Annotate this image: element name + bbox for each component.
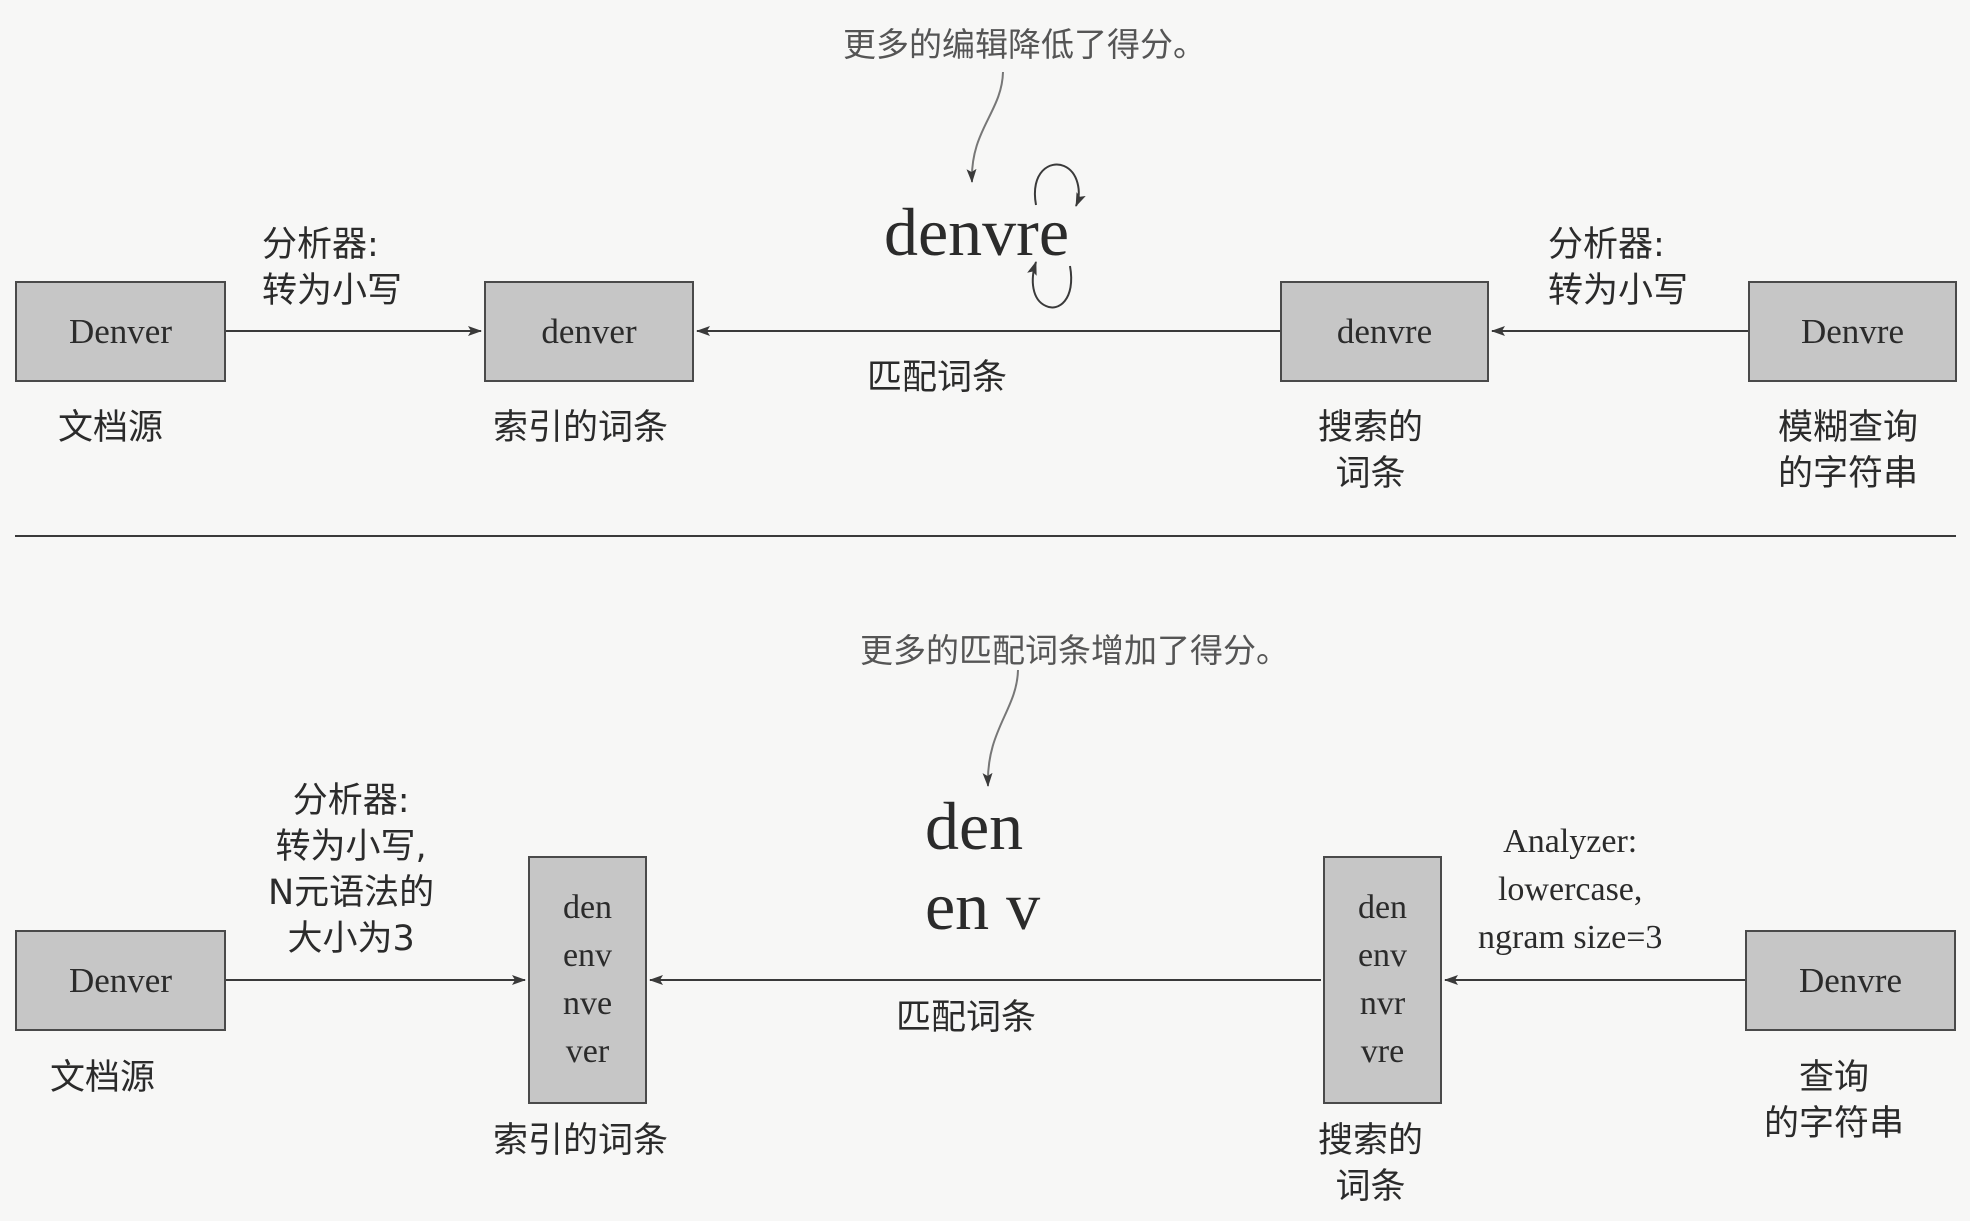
bottom-score-note: 更多的匹配词条增加了得分。 bbox=[860, 631, 1289, 670]
top-query-caption: 模糊查询 的字符串 bbox=[1778, 405, 1918, 497]
top-search-box: denvre bbox=[1280, 281, 1489, 382]
top-search-caption: 搜索的 词条 bbox=[1318, 405, 1423, 497]
bottom-search-caption: 搜索的 词条 bbox=[1318, 1118, 1423, 1210]
analyzer-line: 分析器: bbox=[262, 225, 379, 265]
analyzer-line: 分析器: bbox=[1548, 225, 1665, 265]
bottom-term-line-2: en v bbox=[925, 868, 1041, 944]
caption-line: 搜索的 bbox=[1318, 1121, 1424, 1161]
bottom-left-analyzer-label: 分析器: 转为小写, N元语法的 大小为3 bbox=[268, 778, 434, 962]
top-indexed-box: denver bbox=[484, 281, 694, 382]
caption-line: 的字符串 bbox=[1778, 454, 1919, 494]
ngram-token: den bbox=[1357, 889, 1408, 926]
caption-line: 词条 bbox=[1335, 1167, 1406, 1207]
analyzer-line: lowercase, bbox=[1497, 871, 1643, 908]
bottom-source-box: Denver bbox=[15, 930, 226, 1031]
top-note-pointer bbox=[966, 71, 1004, 183]
ngram-token: ver bbox=[565, 1033, 610, 1070]
ngram-token: env bbox=[562, 937, 613, 974]
caption-line: 搜索的 bbox=[1318, 408, 1424, 448]
top-match-label: 匹配词条 bbox=[867, 358, 1008, 398]
caption-line: 索引的词条 bbox=[493, 1121, 669, 1161]
top-indexed-caption: 索引的词条 bbox=[493, 405, 668, 451]
bottom-note-pointer bbox=[982, 669, 1019, 787]
analyzer-line: ngram size=3 bbox=[1478, 919, 1663, 956]
ngram-token: nve bbox=[562, 985, 613, 1022]
diagram-stage: 更多的编辑降低了得分。 denvre Denver denver denvre … bbox=[0, 0, 1970, 1221]
analyzer-line: 分析器: bbox=[292, 781, 410, 821]
top-score-note: 更多的编辑降低了得分。 bbox=[843, 25, 1206, 64]
bottom-right-analyzer-label: Analyzer: lowercase, ngram size=3 bbox=[1478, 818, 1662, 962]
bottom-source-caption: 文档源 bbox=[50, 1055, 155, 1101]
ngram-token: den bbox=[562, 889, 613, 926]
caption-line: 的字符串 bbox=[1764, 1104, 1905, 1144]
ngram-token: nvr bbox=[1359, 985, 1406, 1022]
ngram-token: vre bbox=[1360, 1033, 1405, 1070]
top-source-box: Denver bbox=[15, 281, 226, 382]
analyzer-line: 大小为3 bbox=[287, 919, 415, 959]
bottom-query-box: Denvre bbox=[1745, 930, 1956, 1031]
top-left-analyzer-label: 分析器: 转为小写 bbox=[262, 222, 402, 314]
caption-line: 文档源 bbox=[50, 1058, 156, 1098]
caption-line: 模糊查询 bbox=[1778, 408, 1919, 448]
bottom-indexed-box: den env nve ver bbox=[528, 856, 647, 1104]
top-source-caption: 文档源 bbox=[58, 405, 163, 451]
caption-line: 索引的词条 bbox=[493, 408, 669, 448]
ngram-token: env bbox=[1357, 937, 1408, 974]
bottom-query-caption: 查询 的字符串 bbox=[1764, 1055, 1904, 1147]
top-fuzzy-term: denvre bbox=[884, 194, 1070, 270]
bottom-term-line-1: den bbox=[925, 788, 1024, 864]
analyzer-line: Analyzer: bbox=[1503, 823, 1638, 860]
top-query-box: Denvre bbox=[1748, 281, 1957, 382]
top-right-analyzer-label: 分析器: 转为小写 bbox=[1548, 222, 1688, 314]
bottom-search-box: den env nvr vre bbox=[1323, 856, 1442, 1104]
analyzer-line: 转为小写 bbox=[1548, 271, 1689, 311]
bottom-indexed-caption: 索引的词条 bbox=[493, 1118, 668, 1164]
bottom-match-label: 匹配词条 bbox=[896, 998, 1037, 1038]
analyzer-line: N元语法的 bbox=[268, 873, 435, 913]
caption-line: 词条 bbox=[1335, 454, 1406, 494]
analyzer-line: 转为小写 bbox=[262, 271, 403, 311]
analyzer-line: 转为小写, bbox=[275, 827, 427, 867]
caption-line: 文档源 bbox=[58, 408, 164, 448]
caption-line: 查询 bbox=[1799, 1058, 1870, 1098]
